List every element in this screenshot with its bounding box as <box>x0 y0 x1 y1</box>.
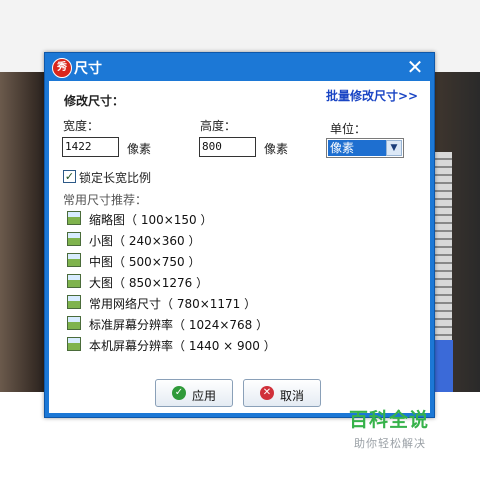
apply-button-label: 应用 <box>192 389 217 403</box>
preset-label: 中图（ 500×750 ） <box>89 255 201 269</box>
image-icon <box>67 274 81 288</box>
close-icon[interactable]: ✕ <box>404 57 426 79</box>
image-icon <box>67 295 81 309</box>
preset-label: 缩略图（ 100×150 ） <box>89 213 213 227</box>
dialog-title: 尺寸 <box>74 61 102 77</box>
unit-selected-value: 像素 <box>328 140 388 156</box>
preset-label: 小图（ 240×360 ） <box>89 234 201 248</box>
width-input[interactable]: 1422 <box>62 137 119 157</box>
resize-dialog: 秀 尺寸 ✕ 修改尺寸： 批量修改尺寸>> 宽度： 1422 像素 高度： 80… <box>44 52 435 418</box>
image-icon <box>67 337 81 351</box>
lock-ratio-label[interactable]: 锁定长宽比例 <box>79 169 151 186</box>
preset-label: 大图（ 850×1276 ） <box>89 276 209 290</box>
cancel-icon: ✕ <box>260 386 274 400</box>
image-icon <box>67 211 81 225</box>
image-icon <box>67 232 81 246</box>
image-icon <box>67 316 81 330</box>
section-title: 修改尺寸： <box>64 94 125 108</box>
preset-label: 常用网络尺寸（ 780×1171 ） <box>89 297 257 311</box>
height-unit: 像素 <box>264 142 289 156</box>
lock-ratio-checkbox[interactable]: ✓ <box>63 170 76 183</box>
batch-resize-link[interactable]: 批量修改尺寸>> <box>326 87 418 104</box>
dialog-titlebar[interactable]: 秀 尺寸 ✕ <box>45 53 434 81</box>
dialog-body: 修改尺寸： 批量修改尺寸>> 宽度： 1422 像素 高度： 800 像素 单位… <box>49 81 430 413</box>
watermark-title: 百科全说 <box>349 409 430 431</box>
width-unit: 像素 <box>127 142 152 156</box>
height-input[interactable]: 800 <box>199 137 256 157</box>
chevron-down-icon[interactable]: ▼ <box>386 140 402 156</box>
presets-title: 常用尺寸推荐： <box>63 193 148 207</box>
preset-label: 本机屏幕分辨率（ 1440 × 900 ） <box>89 339 276 353</box>
check-icon: ✓ <box>172 386 186 400</box>
watermark: 百科全说 助你轻松解决 <box>336 397 456 457</box>
unit-label: 单位： <box>330 122 367 136</box>
width-label: 宽度： <box>63 119 100 133</box>
image-icon <box>67 253 81 267</box>
cancel-button-label: 取消 <box>280 389 305 403</box>
cancel-button[interactable]: ✕ 取消 <box>243 379 321 407</box>
app-logo-icon: 秀 <box>52 58 72 78</box>
background-blue-port <box>433 340 453 400</box>
apply-button[interactable]: ✓ 应用 <box>155 379 233 407</box>
unit-select[interactable]: 像素 ▼ <box>326 138 404 158</box>
watermark-subtitle: 助你轻松解决 <box>354 437 426 450</box>
preset-label: 标准屏幕分辨率（ 1024×768 ） <box>89 318 269 332</box>
height-label: 高度： <box>200 119 237 133</box>
